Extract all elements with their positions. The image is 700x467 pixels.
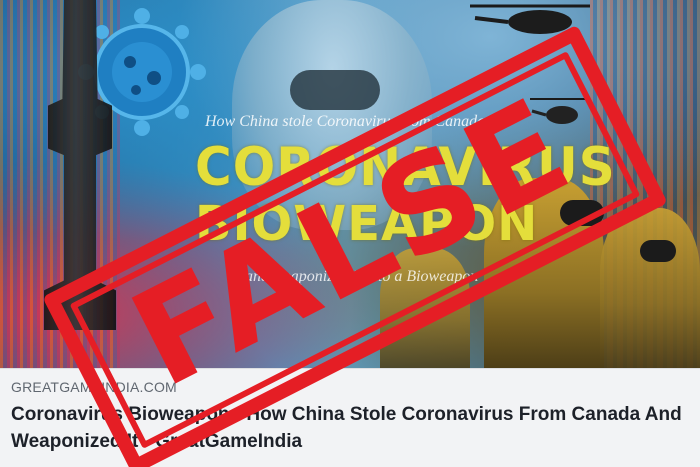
poster-title-line1: CORONAVIRUS (195, 136, 616, 198)
link-caption[interactable]: GREATGAMEINDIA.COM Coronavirus Bioweapon… (0, 368, 700, 467)
poster-title-line2: BIOWEAPON (195, 196, 539, 252)
article-headline[interactable]: Coronavirus Bioweapon - How China Stole … (11, 401, 691, 455)
cover-image[interactable]: How China stole Coronavirus from Canada … (0, 0, 700, 368)
hazmat-soldier (600, 208, 700, 368)
helicopter-icon (470, 4, 590, 34)
hazmat-soldier (380, 248, 470, 368)
source-domain: GREATGAMEINDIA.COM (11, 379, 177, 395)
gas-mask (560, 200, 604, 226)
poster-subtitle: How China stole Coronavirus from Canada (205, 113, 486, 130)
poster-tagline: and weaponized it into a Bioweapon (245, 268, 479, 285)
hazmat-goggles (290, 70, 380, 110)
helicopter-icon-small (530, 98, 590, 124)
link-preview-card[interactable]: How China stole Coronavirus from Canada … (0, 0, 700, 467)
gas-mask (640, 240, 676, 262)
